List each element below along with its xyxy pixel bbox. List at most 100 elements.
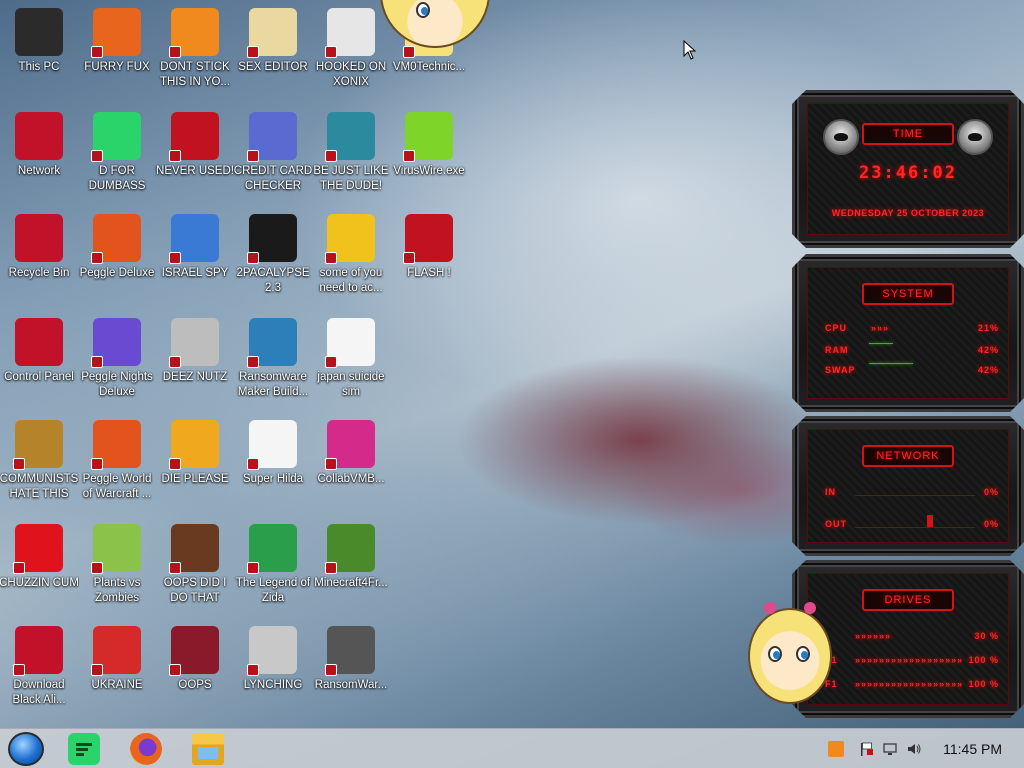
network-tray-icon[interactable]: [882, 741, 898, 757]
desktop-icon-label: COMMUNISTS HATE THIS G...: [0, 473, 79, 500]
desktop-icon-label: UKRAINE: [91, 679, 143, 691]
desktop-icon[interactable]: Download Black Ali...: [0, 620, 78, 720]
desktop-icon[interactable]: ISRAEL SPY: [156, 208, 234, 308]
peggle-icon: [91, 214, 141, 264]
collabvm-icon: [325, 420, 375, 470]
desktop-icon[interactable]: VirusWire.exe: [390, 106, 468, 206]
eye: [796, 646, 810, 662]
flash-icon: [403, 214, 453, 264]
desktop-icon[interactable]: NEVER USED!: [156, 106, 234, 206]
drive-label: F1: [825, 679, 838, 689]
time-panel: TIME 23:46:02 WEDNESDAY 25 OCTOBER 2023: [792, 90, 1024, 248]
shortcut-arrow-icon: [247, 252, 259, 264]
desktop-icon[interactable]: Recycle Bin: [0, 208, 78, 308]
desktop-icon[interactable]: FURRY FUX: [78, 2, 156, 102]
desktop-icon[interactable]: CREDIT CARD CHECKER: [234, 106, 312, 206]
ram-label: RAM: [825, 345, 849, 355]
vlc-tray-icon[interactable]: [828, 741, 844, 757]
desktop-icon[interactable]: BE JUST LIKE THE DUDE!: [312, 106, 390, 206]
desktop-icon[interactable]: Control Panel: [0, 312, 78, 412]
drive-row: F1 »»»»»»»»»»»»»»»»»» 100 %: [825, 655, 999, 669]
desktop-icon[interactable]: UKRAINE: [78, 620, 156, 720]
swap-row: SWAP 42%: [825, 365, 999, 379]
volume-icon[interactable]: [906, 741, 922, 757]
shortcut-arrow-icon: [403, 46, 415, 58]
desktop-icon[interactable]: LYNCHING: [234, 620, 312, 720]
desktop-icon[interactable]: RansomWar...: [312, 620, 390, 720]
drive-value: 100 %: [968, 679, 999, 689]
desktop-icon-label: some of you need to ac...: [319, 267, 383, 294]
desktop-icon[interactable]: Peggle Deluxe: [78, 208, 156, 308]
desktop-icon-label: Peggle Nights Deluxe: [81, 371, 153, 398]
desktop-icon[interactable]: CollabVMB...: [312, 414, 390, 514]
desktop-icon[interactable]: OOPS: [156, 620, 234, 720]
desktop-icon[interactable]: DONT STICK THIS IN YO...: [156, 2, 234, 102]
net-in-value: 0%: [983, 487, 999, 497]
clock-display: 23:46:02: [859, 163, 957, 183]
desktop-icon[interactable]: Peggle Nights Deluxe: [78, 312, 156, 412]
taskbar-file-explorer-icon[interactable]: [192, 733, 224, 765]
desktop-icon-label: This PC: [18, 61, 60, 73]
desktop-icon[interactable]: Plants vs Zombies: [78, 518, 156, 618]
desktop-icon[interactable]: HOOKED ON XONIX: [312, 2, 390, 102]
desktop-icon[interactable]: some of you need to ac...: [312, 208, 390, 308]
system-title: SYSTEM: [862, 283, 954, 305]
desktop-icon-label: BE JUST LIKE THE DUDE!: [313, 165, 389, 192]
desktop-icon[interactable]: FLASH !: [390, 208, 468, 308]
grass-block-icon: [325, 524, 375, 574]
desktop-icon[interactable]: Peggle World of Warcraft ...: [78, 414, 156, 514]
desktop-icon-label: FLASH !: [407, 267, 451, 279]
desktop-icon-label: 2PACALYPSE 2.3: [236, 267, 310, 294]
desktop-icon-label: RansomWar...: [314, 679, 388, 691]
desktop-icon[interactable]: Super Hilda: [234, 414, 312, 514]
desktop-icon[interactable]: Ransomware Maker Build...: [234, 312, 312, 412]
net-out-graph: [855, 527, 975, 528]
desktop-icon[interactable]: DEEZ NUTZ: [156, 312, 234, 412]
app-window-icon: [247, 318, 297, 368]
shortcut-arrow-icon: [91, 562, 103, 574]
desktop-icon[interactable]: The Legend of Zida: [234, 518, 312, 618]
taskbar-clock[interactable]: 11:45 PM: [943, 741, 1002, 757]
horn-icon: [764, 602, 776, 614]
shortcut-arrow-icon: [247, 46, 259, 58]
alien-head-icon: [957, 119, 993, 155]
desktop-icon[interactable]: D FOR DUMBASS: [78, 106, 156, 206]
taskbar-discord-icon[interactable]: [68, 733, 100, 765]
desktop-icon[interactable]: COMMUNISTS HATE THIS G...: [0, 414, 78, 514]
drive-row: »»»»»» 30 %: [825, 631, 999, 645]
adobe-de-icon: [169, 420, 219, 470]
net-in-graph: [855, 495, 975, 496]
desktop-icon[interactable]: OOPS DID I DO THAT: [156, 518, 234, 618]
flag-tray-icon[interactable]: [858, 741, 874, 757]
cpu-label: CPU: [825, 323, 848, 333]
peggle-wow-icon: [91, 420, 141, 470]
firefox-icon: [91, 8, 141, 58]
desktop-icon[interactable]: CHUZZIN CUM: [0, 518, 79, 618]
desktop-icon-label: SEX EDITOR: [238, 61, 308, 73]
shortcut-arrow-icon: [325, 562, 337, 574]
desktop-icon[interactable]: Network: [0, 106, 78, 206]
desktop-icon-label: DONT STICK THIS IN YO...: [159, 61, 231, 88]
discord-icon: [91, 112, 141, 162]
desktop-icon[interactable]: This PC: [0, 2, 78, 102]
desktop-icon-label: OOPS DID I DO THAT: [163, 577, 227, 604]
shortcut-arrow-icon: [169, 356, 181, 368]
desktop-icon[interactable]: Minecraft4Fr...: [312, 518, 390, 618]
desktop-icon[interactable]: SEX EDITOR: [234, 2, 312, 102]
desktop: This PC FURRY FUX DONT STICK THIS IN YO...…: [0, 0, 480, 728]
desktop-icon[interactable]: japan suicide sim: [312, 312, 390, 412]
date-display: WEDNESDAY 25 OCTOBER 2023: [831, 208, 985, 218]
alienware-system-widget: TIME 23:46:02 WEDNESDAY 25 OCTOBER 2023 …: [792, 90, 1024, 718]
desktop-icon-label: NEVER USED!: [156, 165, 234, 177]
start-orb-icon[interactable]: [8, 732, 44, 766]
eye: [768, 646, 782, 662]
zelda-icon: [247, 524, 297, 574]
taskbar: 11:45 PM: [0, 728, 1024, 768]
shortcut-arrow-icon: [325, 664, 337, 676]
shortcut-arrow-icon: [325, 252, 337, 264]
desktop-icon[interactable]: 2PACALYPSE 2.3: [234, 208, 312, 308]
net-in-row: IN 0%: [825, 487, 999, 501]
taskbar-firefox-icon[interactable]: [130, 733, 162, 765]
horn-icon: [804, 602, 816, 614]
desktop-icon[interactable]: DIE PLEASE: [156, 414, 234, 514]
